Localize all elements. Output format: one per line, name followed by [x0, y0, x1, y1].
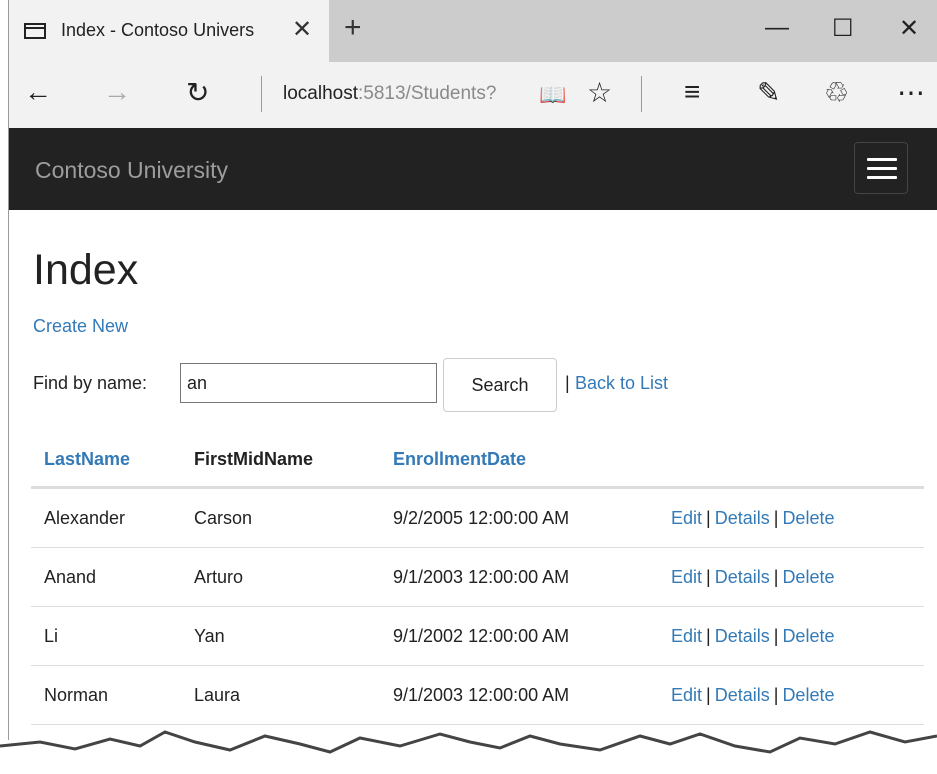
cell-enrollmentdate: 9/2/2005 12:00:00 AM: [380, 487, 658, 548]
minimize-icon[interactable]: —: [765, 14, 789, 42]
tab-title: Index - Contoso Univers: [61, 20, 255, 40]
column-firstmidname: FirstMidName: [181, 432, 380, 489]
sort-lastname-link[interactable]: LastName: [44, 449, 130, 469]
site-navbar: Contoso University: [9, 128, 937, 210]
edit-link[interactable]: Edit: [671, 567, 702, 587]
cell-firstmidname: Arturo: [181, 547, 380, 607]
cell-enrollmentdate: 9/1/2002 12:00:00 AM: [380, 606, 658, 666]
link-separator: |: [565, 373, 570, 393]
action-separator: |: [706, 566, 711, 587]
action-separator: |: [773, 625, 779, 646]
menu-toggle-button[interactable]: [854, 142, 908, 194]
new-tab-icon[interactable]: +: [344, 11, 362, 45]
window-border: [8, 0, 9, 740]
cell-enrollmentdate: 9/1/2003 12:00:00 AM: [380, 665, 658, 725]
details-link[interactable]: Details: [715, 567, 770, 587]
cell-lastname: Li: [31, 606, 181, 666]
column-actions: [658, 432, 924, 489]
browser-window: Index - Contoso Univers ✕ + — ☐ ✕ ← → ↻ …: [0, 0, 937, 774]
toolbar-divider: [641, 76, 642, 112]
cell-actions: Edit | Details | Delete: [658, 606, 924, 666]
forward-icon[interactable]: →: [103, 76, 131, 108]
table-header-row: LastName FirstMidName EnrollmentDate: [31, 432, 924, 489]
action-separator: |: [773, 566, 779, 587]
favorite-star-icon[interactable]: ☆: [587, 76, 612, 109]
hamburger-bar: [867, 176, 897, 179]
action-separator: |: [773, 684, 779, 705]
page-icon: [24, 23, 46, 39]
delete-link[interactable]: Delete: [782, 685, 834, 705]
delete-link[interactable]: Delete: [782, 508, 834, 528]
edit-link[interactable]: Edit: [671, 685, 702, 705]
cell-firstmidname: Yan: [181, 606, 380, 666]
action-separator: |: [706, 684, 711, 705]
url-host: localhost: [283, 83, 358, 104]
table-row: Li Yan 9/1/2002 12:00:00 AM Edit | Details | De…: [31, 606, 924, 666]
page-title: Index: [33, 246, 139, 294]
find-by-name-label: Find by name:: [33, 373, 148, 393]
details-link[interactable]: Details: [715, 685, 770, 705]
page-content: Index Create New Find by name: Search | …: [9, 210, 937, 770]
browser-tab[interactable]: Index - Contoso Univers ✕: [9, 0, 329, 62]
delete-link[interactable]: Delete: [782, 626, 834, 646]
tab-bar: Index - Contoso Univers ✕ + — ☐ ✕: [9, 0, 937, 62]
address-bar[interactable]: localhost:5813/Students?: [283, 83, 496, 105]
toolbar-divider: [261, 76, 262, 112]
details-link[interactable]: Details: [715, 508, 770, 528]
hamburger-bar: [867, 167, 897, 170]
cell-lastname: Alexander: [31, 487, 181, 548]
url-path: :5813/Students?: [358, 83, 497, 104]
back-icon[interactable]: ←: [24, 76, 52, 108]
site-brand[interactable]: Contoso University: [35, 157, 228, 184]
delete-link[interactable]: Delete: [782, 567, 834, 587]
cell-firstmidname: Laura: [181, 665, 380, 725]
table-row: Alexander Carson 9/2/2005 12:00:00 AM Edit |…: [31, 487, 924, 548]
share-icon[interactable]: ♲: [824, 76, 849, 109]
action-separator: |: [706, 507, 711, 528]
edit-link[interactable]: Edit: [671, 626, 702, 646]
cell-lastname: Anand: [31, 547, 181, 607]
hub-icon[interactable]: ≡: [684, 76, 700, 108]
action-separator: |: [706, 625, 711, 646]
column-enrollmentdate: EnrollmentDate: [380, 432, 658, 489]
search-button[interactable]: Search: [443, 358, 557, 412]
tab-close-icon[interactable]: ✕: [292, 15, 312, 44]
edit-link[interactable]: Edit: [671, 508, 702, 528]
table-row: Norman Laura 9/1/2003 12:00:00 AM Edit | Deta…: [31, 665, 924, 725]
reading-view-icon[interactable]: 📖: [539, 82, 566, 108]
details-link[interactable]: Details: [715, 626, 770, 646]
action-separator: |: [773, 507, 779, 528]
cell-lastname: Norman: [31, 665, 181, 725]
sort-enrollmentdate-link[interactable]: EnrollmentDate: [393, 449, 526, 469]
students-table: LastName FirstMidName EnrollmentDate Ale…: [31, 432, 924, 725]
address-toolbar: ← → ↻ localhost:5813/Students? 📖 ☆ ≡ ✎ ♲…: [9, 62, 937, 128]
more-icon[interactable]: ⋯: [897, 76, 925, 109]
maximize-icon[interactable]: ☐: [832, 14, 854, 43]
table-row: Anand Arturo 9/1/2003 12:00:00 AM Edit | Deta…: [31, 547, 924, 607]
refresh-icon[interactable]: ↻: [186, 76, 209, 109]
cell-actions: Edit | Details | Delete: [658, 487, 924, 548]
cell-actions: Edit | Details | Delete: [658, 665, 924, 725]
close-icon[interactable]: ✕: [899, 14, 919, 43]
cell-firstmidname: Carson: [181, 487, 380, 548]
cell-enrollmentdate: 9/1/2003 12:00:00 AM: [380, 547, 658, 607]
back-to-list-link[interactable]: Back to List: [575, 373, 668, 394]
torn-edge: [0, 730, 937, 774]
search-input[interactable]: [180, 363, 437, 403]
column-lastname: LastName: [31, 432, 181, 489]
hamburger-bar: [867, 158, 897, 161]
create-new-link[interactable]: Create New: [33, 316, 128, 337]
cell-actions: Edit | Details | Delete: [658, 547, 924, 607]
web-note-icon[interactable]: ✎: [757, 76, 780, 109]
